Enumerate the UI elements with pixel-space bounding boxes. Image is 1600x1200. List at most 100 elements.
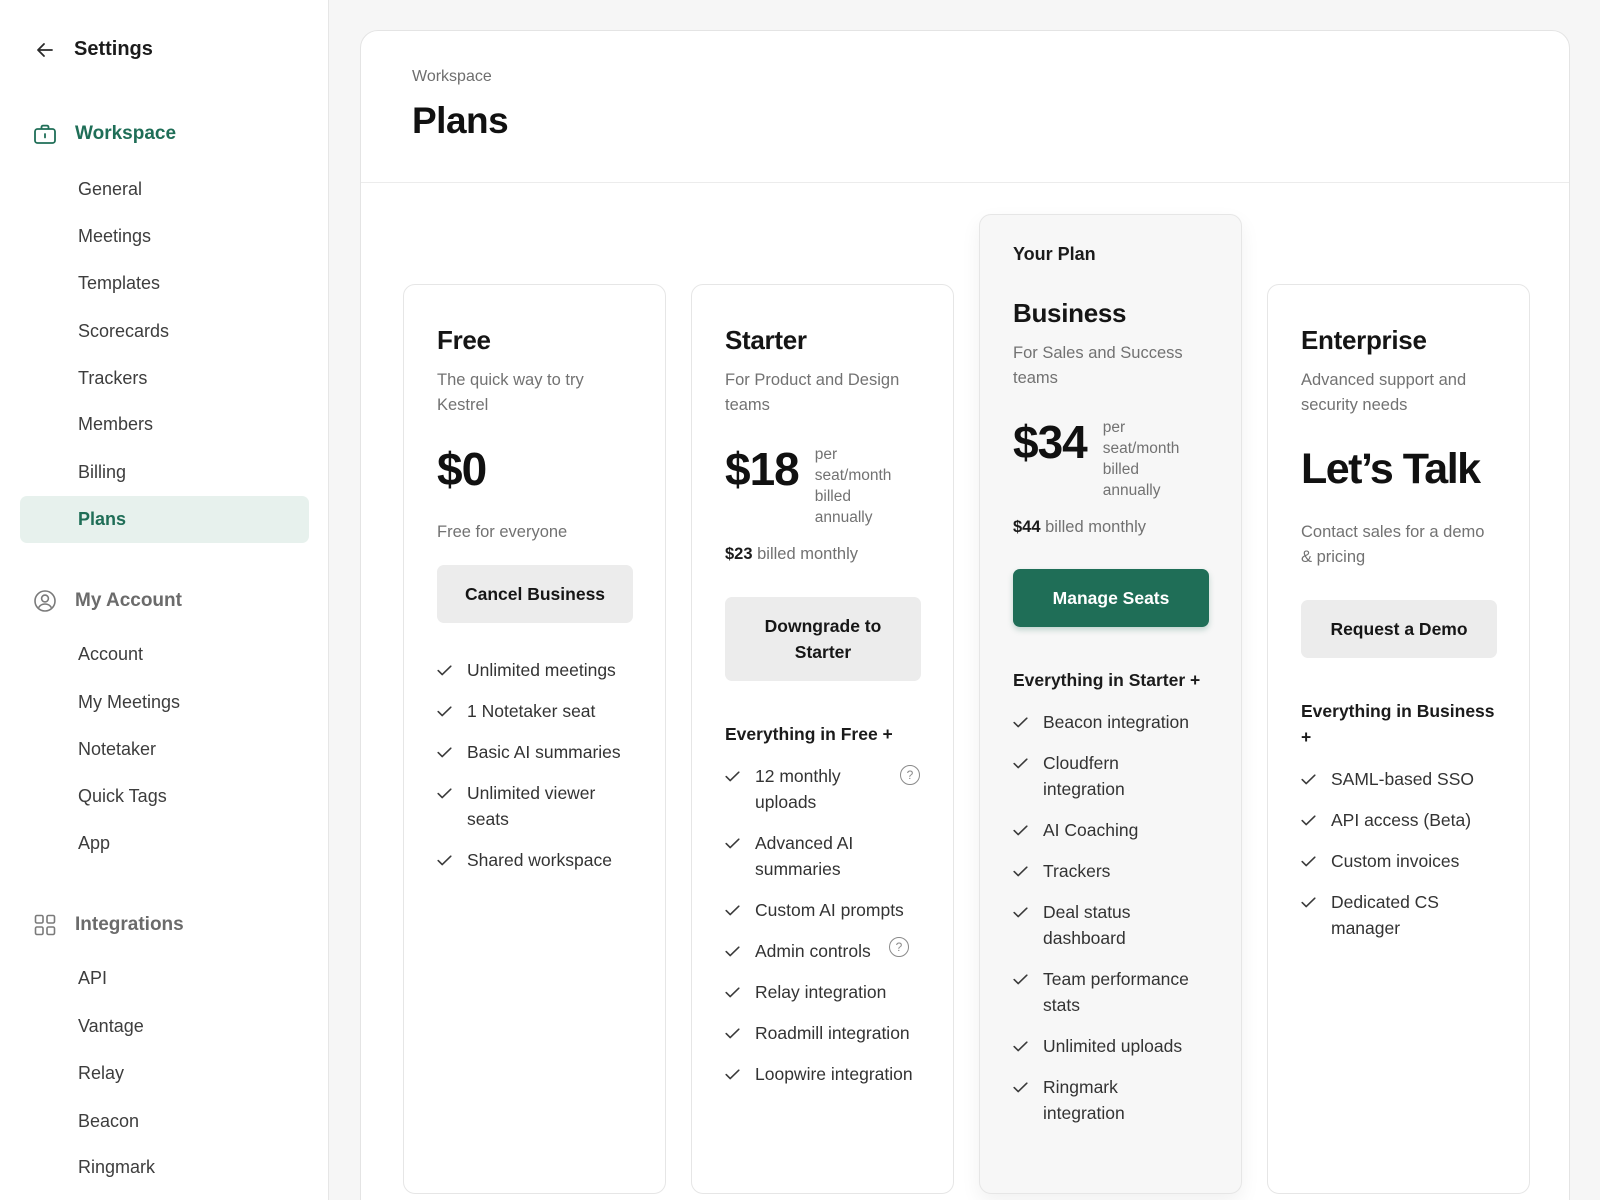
feature-item: Unlimited meetings (437, 657, 632, 683)
sidebar-item-members[interactable]: Members (20, 401, 309, 448)
breadcrumb[interactable]: Workspace (412, 31, 1569, 86)
help-circle-icon[interactable]: ? (889, 937, 909, 957)
check-icon (1301, 848, 1317, 874)
check-icon (725, 763, 741, 789)
feature-text: Roadmill integration (755, 1023, 910, 1043)
check-icon (437, 847, 453, 873)
back-arrow-icon[interactable] (34, 39, 56, 61)
check-icon (725, 938, 741, 964)
features-heading: Everything in Business + (1301, 701, 1495, 747)
feature-text: 1 Notetaker seat (467, 701, 596, 721)
plan-card-starter: Starter For Product and Design teams $18… (691, 284, 954, 1194)
feature-item: Cloudfern integration (1013, 750, 1208, 802)
cancel-business-button[interactable]: Cancel Business (437, 565, 633, 623)
plan-name: Starter (725, 325, 807, 355)
check-icon (437, 739, 453, 765)
sidebar-item-quick-tags[interactable]: Quick Tags (20, 773, 309, 820)
sidebar-group-label: My Account (75, 590, 182, 611)
sidebar-item-notetaker[interactable]: Notetaker (20, 726, 309, 773)
feature-item: Loopwire integration (725, 1061, 920, 1087)
features-heading: Everything in Starter + (1013, 670, 1201, 690)
price-unit: per seat/month billed annually (814, 446, 892, 526)
plan-price: $18 (725, 443, 800, 495)
price-row: $18 per seat/month billed annually (725, 442, 920, 528)
feature-item: SAML-based SSO (1301, 766, 1496, 792)
feature-text: Team performance stats (1043, 969, 1189, 1015)
feature-text: Unlimited viewer seats (467, 783, 596, 829)
sidebar-item-templates[interactable]: Templates (20, 260, 309, 307)
monthly-price: $23 (725, 545, 753, 563)
sidebar-item-plans[interactable]: Plans (20, 496, 309, 543)
sidebar-item-general[interactable]: General (20, 166, 309, 213)
feature-text: API access (Beta) (1331, 810, 1472, 830)
help-circle-icon[interactable]: ? (900, 765, 920, 785)
panel-header: Workspace Plans (361, 31, 1569, 183)
price-note: Contact sales for a demo & pricing (1301, 523, 1485, 566)
feature-text: Relay integration (755, 982, 887, 1002)
feature-item: 12 monthly uploads? (725, 763, 920, 815)
request-demo-button[interactable]: Request a Demo (1301, 600, 1497, 658)
feature-item: Relay integration (725, 979, 920, 1005)
feature-item: Shared workspace (437, 847, 632, 873)
plan-card-business: Your Plan Business For Sales and Success… (979, 214, 1242, 1194)
feature-text: Unlimited uploads (1043, 1036, 1183, 1056)
monthly-price-note: $44 billed monthly (1013, 515, 1208, 540)
feature-list: Unlimited meetings 1 Notetaker seat Basi… (437, 657, 632, 873)
feature-list: Beacon integration Cloudfern integration… (1013, 709, 1208, 1126)
grid-icon (32, 912, 58, 938)
sidebar-item-meetings[interactable]: Meetings (20, 213, 309, 260)
feature-item: Basic AI summaries (437, 739, 632, 765)
monthly-price-note: $23 billed monthly (725, 542, 920, 567)
check-icon (725, 830, 741, 856)
sidebar-item-relay[interactable]: Relay (20, 1050, 309, 1097)
check-icon (725, 1020, 741, 1046)
sidebar-item-vantage[interactable]: Vantage (20, 1003, 309, 1050)
check-icon (1013, 1033, 1029, 1059)
sidebar-group-workspace[interactable]: Workspace (32, 121, 176, 147)
feature-text: Trackers (1043, 861, 1111, 881)
check-icon (1013, 899, 1029, 925)
check-icon (1013, 709, 1029, 735)
feature-item: Beacon integration (1013, 709, 1208, 735)
downgrade-starter-button[interactable]: Downgrade to Starter (725, 597, 921, 681)
feature-text: Unlimited meetings (467, 660, 616, 680)
sidebar-item-account[interactable]: Account (20, 631, 309, 678)
price-row: $34 per seat/month billed annually (1013, 415, 1208, 501)
check-icon (1013, 966, 1029, 992)
sidebar-item-trackers[interactable]: Trackers (20, 355, 309, 402)
feature-item: Deal status dashboard (1013, 899, 1208, 951)
sidebar-item-scorecards[interactable]: Scorecards (20, 308, 309, 355)
feature-text: Advanced AI summaries (755, 833, 854, 879)
sidebar-item-beacon[interactable]: Beacon (20, 1098, 309, 1145)
sidebar-group-integrations[interactable]: Integrations (32, 912, 184, 938)
sidebar-item-billing[interactable]: Billing (20, 449, 309, 496)
feature-item: 1 Notetaker seat (437, 698, 632, 724)
plan-description: The quick way to try Kestrel (437, 371, 584, 414)
price-row: $0 (437, 442, 632, 496)
check-icon (1013, 858, 1029, 884)
feature-text: Custom invoices (1331, 851, 1460, 871)
check-icon (725, 1061, 741, 1087)
price-unit: per seat/month billed annually (1102, 419, 1180, 499)
plan-description: Advanced support and security needs (1301, 371, 1467, 414)
check-icon (1301, 889, 1317, 915)
plan-card-enterprise: Enterprise Advanced support and security… (1267, 284, 1530, 1194)
sidebar-header: Settings (34, 38, 153, 61)
sidebar-item-ringmark[interactable]: Ringmark (20, 1144, 309, 1191)
plan-price: $34 (1013, 416, 1088, 468)
sidebar-group-my-account[interactable]: My Account (32, 588, 182, 614)
feature-item: Custom AI prompts (725, 897, 920, 923)
sidebar-item-app[interactable]: App (20, 820, 309, 867)
page-title: Plans (412, 100, 509, 141)
feature-text: Beacon integration (1043, 712, 1189, 732)
plan-price: $0 (437, 443, 487, 495)
manage-seats-button[interactable]: Manage Seats (1013, 569, 1209, 627)
feature-item: Roadmill integration (725, 1020, 920, 1046)
feature-text: Basic AI summaries (467, 742, 621, 762)
plan-card-free: Free The quick way to try Kestrel $0 Fre… (403, 284, 666, 1194)
check-icon (1013, 817, 1029, 843)
feature-text: Admin controls (755, 941, 871, 961)
sidebar-item-my-meetings[interactable]: My Meetings (20, 679, 309, 726)
feature-item: Unlimited uploads (1013, 1033, 1208, 1059)
sidebar-item-api[interactable]: API (20, 955, 309, 1002)
